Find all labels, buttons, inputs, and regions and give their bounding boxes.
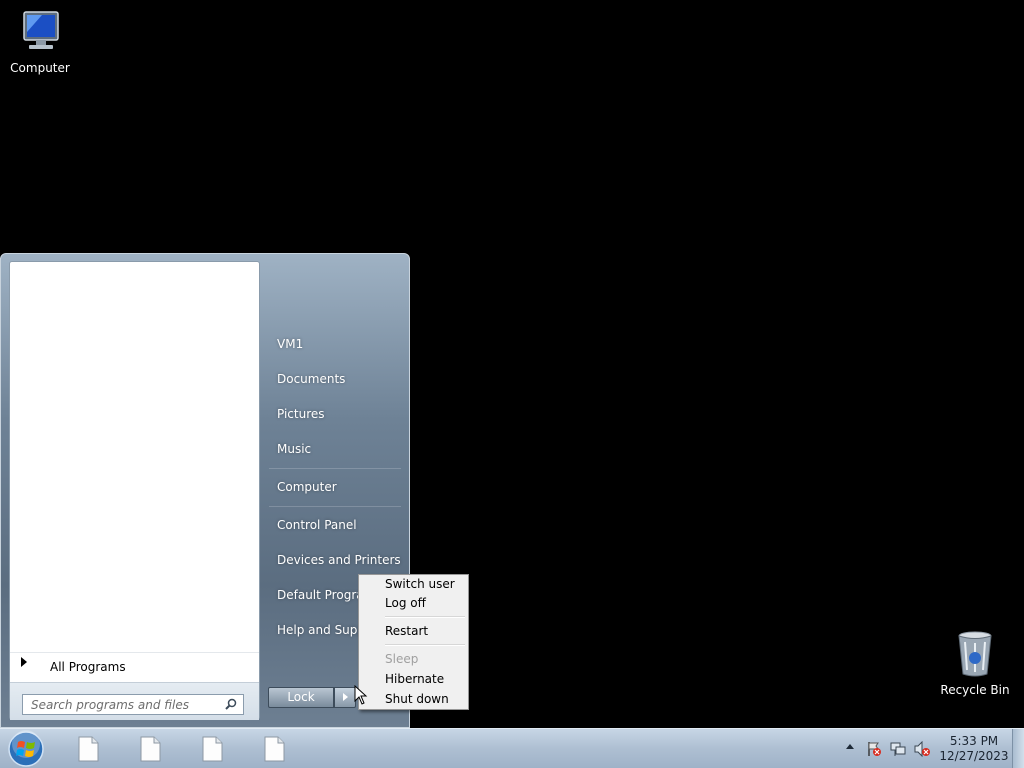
all-programs-label: All Programs bbox=[50, 660, 126, 674]
desktop-icon-label: Computer bbox=[10, 61, 70, 75]
divider bbox=[385, 644, 465, 646]
shutdown-options-button[interactable] bbox=[334, 687, 356, 708]
menu-item-shut-down[interactable]: Shut down bbox=[361, 690, 466, 710]
file-icon[interactable] bbox=[139, 736, 161, 762]
start-menu: All Programs Search programs and files V… bbox=[0, 253, 410, 728]
desktop-icon-label: Recycle Bin bbox=[940, 683, 1010, 697]
network-icon[interactable] bbox=[890, 741, 906, 757]
all-programs-button[interactable]: All Programs bbox=[10, 652, 259, 679]
clock-time: 5:33 PM bbox=[949, 734, 999, 748]
menu-item-hibernate[interactable]: Hibernate bbox=[361, 670, 466, 690]
start-item-pictures[interactable]: Pictures bbox=[269, 401, 404, 427]
programs-pane: All Programs Search programs and files bbox=[9, 261, 260, 720]
volume-muted-icon[interactable] bbox=[914, 741, 930, 757]
show-desktop-button[interactable] bbox=[1012, 729, 1024, 768]
start-item-documents[interactable]: Documents bbox=[269, 366, 404, 392]
chevron-right-icon bbox=[21, 657, 27, 667]
search-area: Search programs and files bbox=[10, 682, 259, 720]
menu-item-restart[interactable]: Restart bbox=[361, 622, 466, 642]
lock-button[interactable]: Lock bbox=[268, 687, 334, 708]
search-placeholder: Search programs and files bbox=[31, 698, 189, 712]
desktop-icon-computer[interactable]: Computer bbox=[0, 8, 80, 75]
file-icon[interactable] bbox=[77, 736, 99, 762]
menu-item-log-off[interactable]: Log off bbox=[361, 594, 466, 614]
show-hidden-icons-icon[interactable] bbox=[846, 744, 854, 749]
divider bbox=[269, 506, 401, 507]
divider bbox=[269, 468, 401, 469]
mouse-cursor-icon bbox=[354, 685, 368, 705]
search-input[interactable]: Search programs and files bbox=[22, 694, 244, 715]
search-icon[interactable] bbox=[225, 698, 237, 710]
shutdown-options-menu: Switch user Log off Restart Sleep Hibern… bbox=[358, 574, 469, 710]
divider bbox=[385, 616, 465, 618]
start-item-computer[interactable]: Computer bbox=[269, 474, 404, 500]
start-orb-windows-icon[interactable] bbox=[6, 730, 46, 768]
recycle-bin-icon bbox=[958, 631, 992, 677]
action-center-flag-icon[interactable] bbox=[866, 741, 882, 757]
chevron-right-icon bbox=[343, 693, 348, 701]
system-clock[interactable]: 5:33 PM 12/27/2023 bbox=[938, 734, 1010, 764]
start-item-devices-and-printers[interactable]: Devices and Printers bbox=[269, 547, 404, 573]
start-item-control-panel[interactable]: Control Panel bbox=[269, 512, 404, 538]
desktop-icon-recycle-bin[interactable]: Recycle Bin bbox=[935, 630, 1015, 697]
start-item-vm1[interactable]: VM1 bbox=[269, 331, 404, 357]
clock-date: 12/27/2023 bbox=[939, 749, 1009, 763]
menu-item-sleep: Sleep bbox=[385, 652, 419, 666]
taskbar: 5:33 PM 12/27/2023 bbox=[0, 728, 1024, 768]
start-item-music[interactable]: Music bbox=[269, 436, 404, 462]
file-icon[interactable] bbox=[263, 736, 285, 762]
menu-item-switch-user[interactable]: Switch user bbox=[361, 575, 466, 595]
computer-icon bbox=[23, 11, 59, 49]
file-icon[interactable] bbox=[201, 736, 223, 762]
